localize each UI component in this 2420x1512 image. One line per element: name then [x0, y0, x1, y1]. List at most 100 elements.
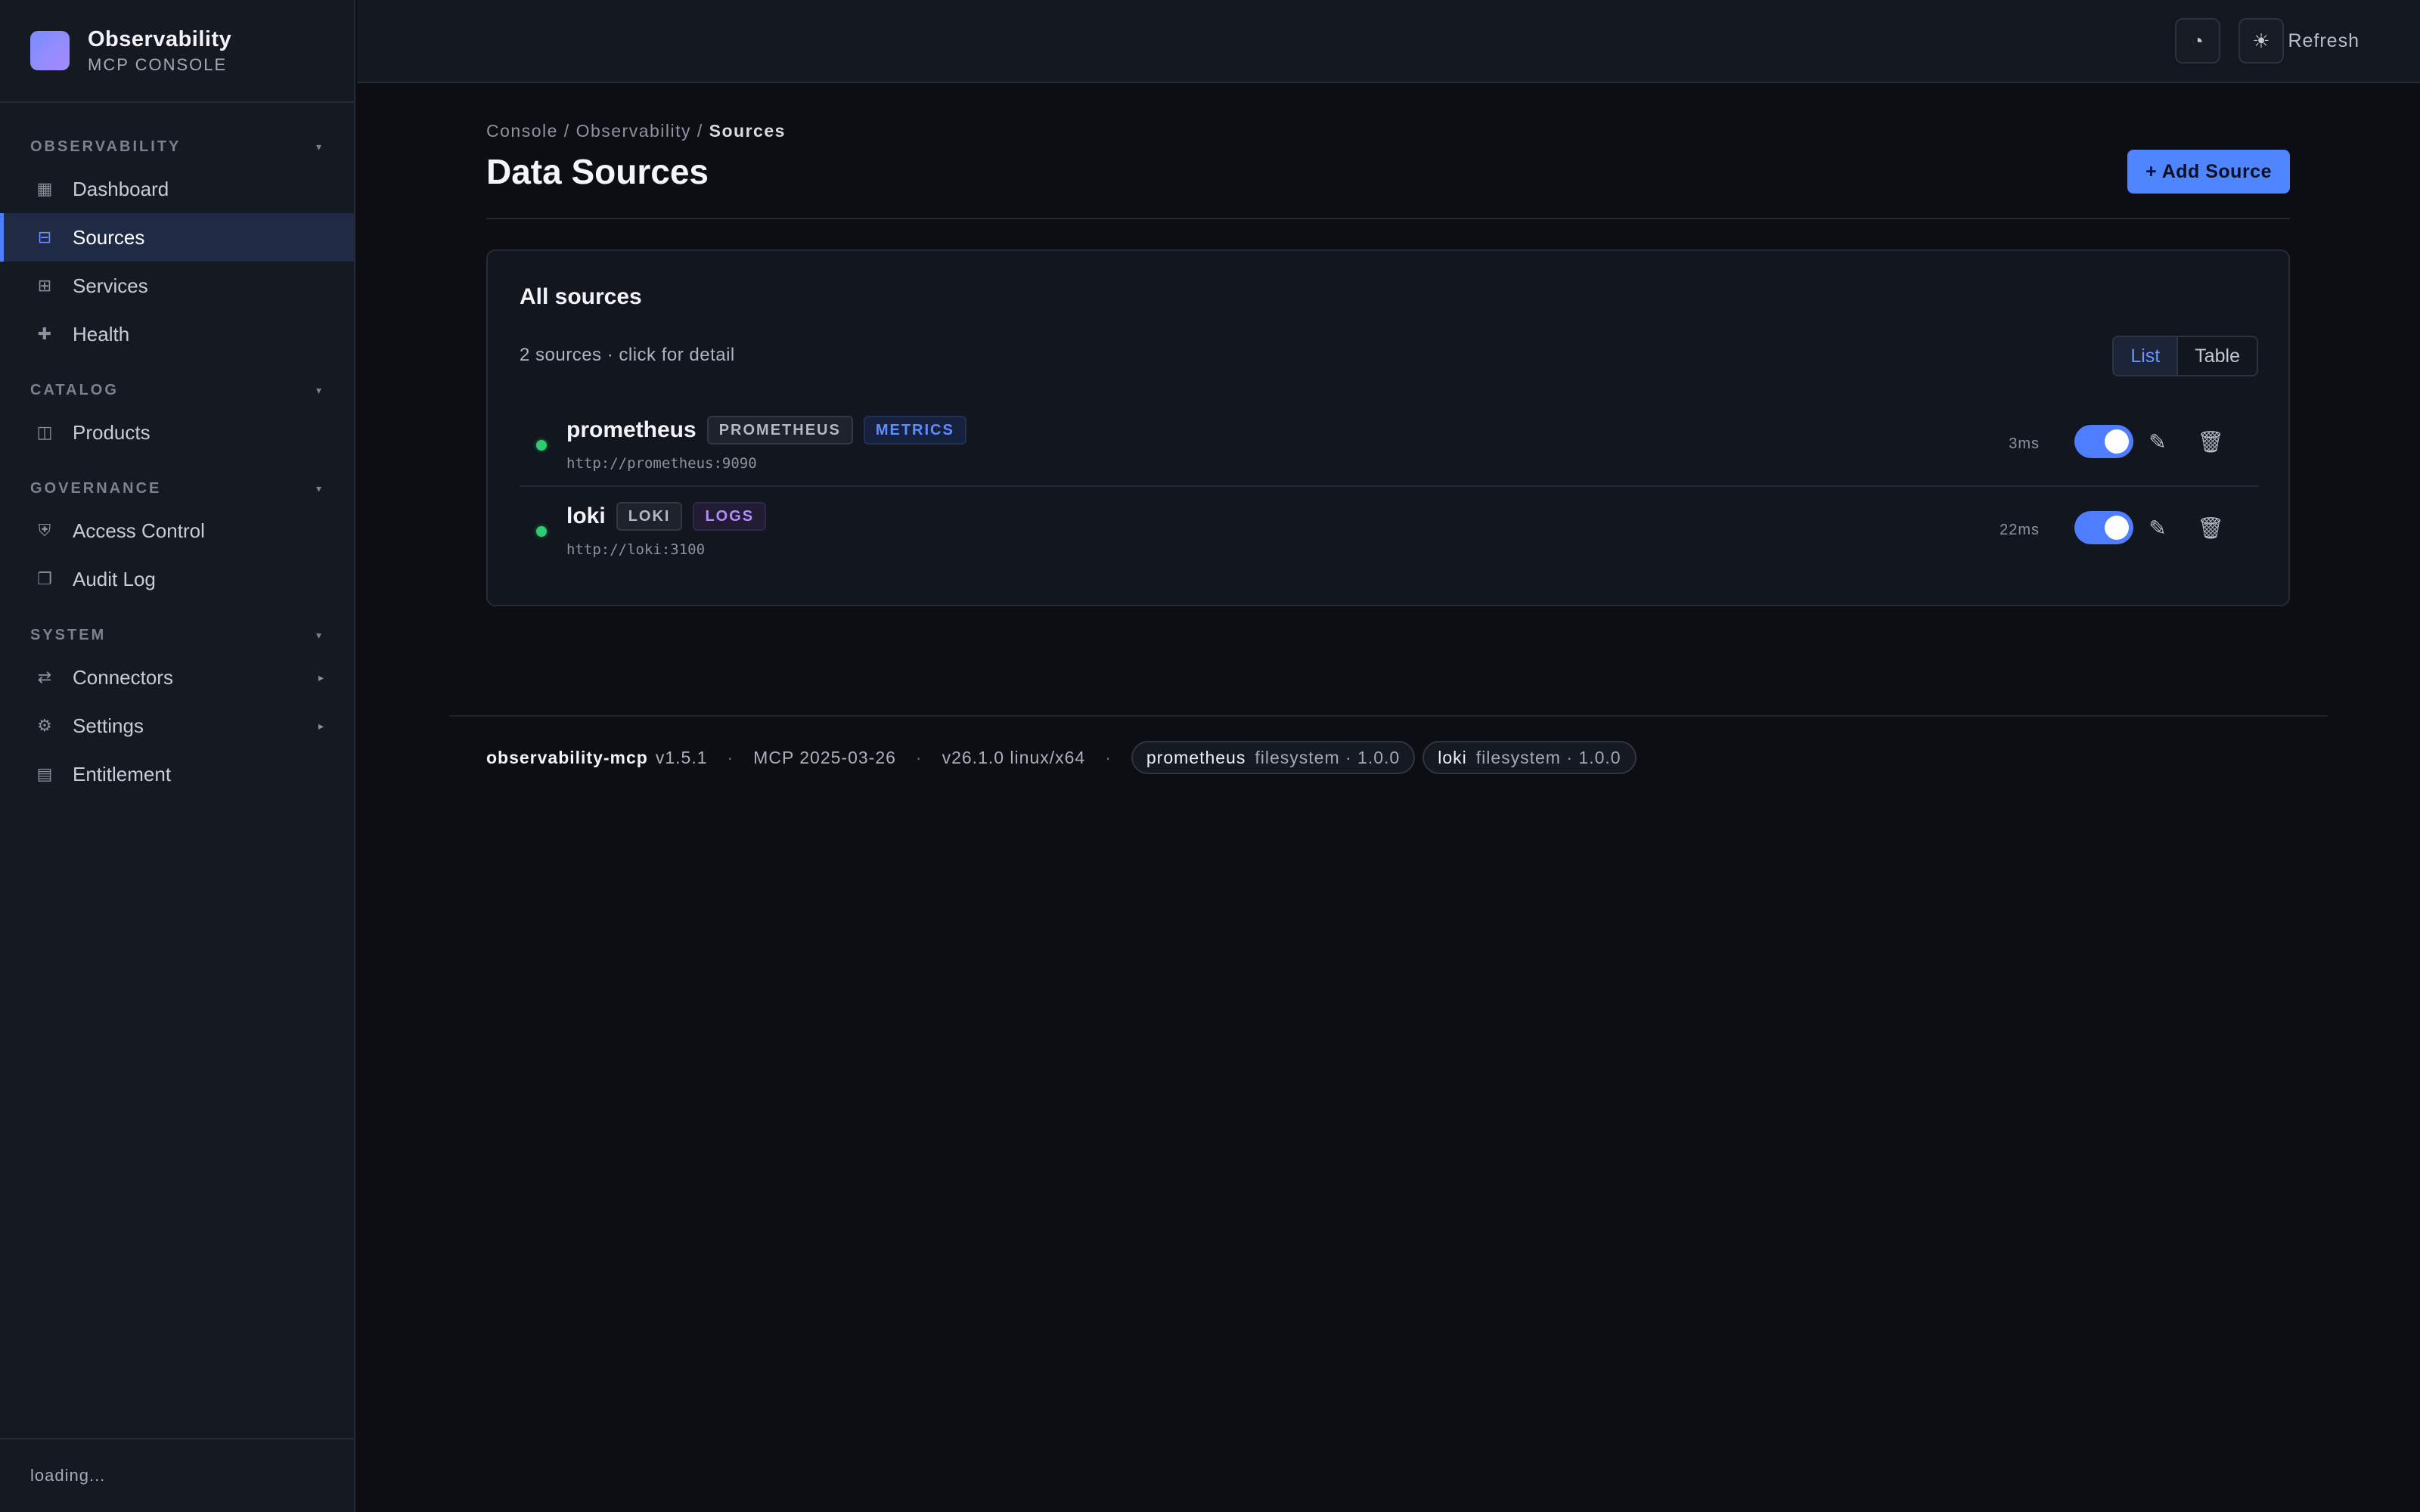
chevron-down-icon: ▾ — [315, 628, 324, 641]
chevron-down-icon: ▾ — [315, 140, 324, 153]
sidebar-item-label: Sources — [73, 225, 145, 249]
source-type-badge: LOKI — [616, 502, 683, 531]
card-title: All sources — [520, 284, 642, 309]
footer-mcp-version: MCP 2025-03-26 — [753, 747, 896, 767]
sidebar-footer-status: loading... — [0, 1438, 354, 1512]
sun-icon: ☀ — [2252, 29, 2270, 52]
card-subtitle: 2 sources · click for detail — [520, 345, 735, 365]
footer-source-pill: loki filesystem · 1.0.0 — [1423, 741, 1637, 774]
sidebar-item-dashboard[interactable]: ▦ Dashboard — [0, 165, 354, 213]
sidebar-item-label: Settings — [73, 714, 144, 737]
view-list-button[interactable]: List — [2114, 337, 2179, 375]
sidebar-item-label: Connectors — [73, 665, 173, 689]
view-table-button[interactable]: Table — [2178, 337, 2257, 375]
source-name: prometheus — [566, 417, 697, 442]
source-head: loki LOKI LOGS — [566, 502, 777, 531]
breadcrumb-separator: / — [557, 121, 576, 141]
plus-icon: ✚ — [37, 324, 52, 343]
refresh-button[interactable]: Refresh — [2280, 23, 2367, 59]
source-row[interactable]: loki LOKI LOGS http://loki:3100 22ms ✎ 🗑 — [520, 488, 2259, 573]
footer-app-version: v1.5.1 — [655, 747, 708, 767]
source-name: loki — [566, 503, 606, 528]
sidebar: Observability MCP CONSOLE OBSERVABILITY … — [0, 0, 355, 1512]
light-mode-button[interactable]: ☀ — [2238, 18, 2284, 64]
sources-card: All sources 2 sources · click for detail… — [486, 249, 2290, 606]
footer-separator: · — [727, 747, 734, 767]
sidebar-item-settings[interactable]: ⚙ Settings ▸ — [0, 702, 354, 750]
database-icon: ⊟ — [37, 228, 52, 246]
sidebar-item-health[interactable]: ✚ Health — [0, 310, 354, 358]
sidebar-item-entitlement[interactable]: ▤ Entitlement — [0, 750, 354, 798]
sidebar-nav: OBSERVABILITY ▾ ▦ Dashboard ⊟ Sources ⊞ … — [0, 103, 354, 798]
footer-separator: · — [915, 747, 923, 767]
sidebar-item-products[interactable]: ◫ Products — [0, 408, 354, 457]
source-kind-badge: METRICS — [863, 416, 966, 445]
source-latency: 3ms — [2009, 435, 2040, 452]
source-url: http://prometheus:9090 — [566, 455, 757, 472]
section-label: OBSERVABILITY — [30, 138, 182, 155]
sidebar-item-label: Dashboard — [73, 177, 169, 200]
sidebar-item-label: Services — [73, 274, 148, 297]
toggle-knob — [2105, 516, 2129, 540]
brand-text: Observability MCP CONSOLE — [88, 27, 231, 75]
shield-icon: ⛨ — [38, 521, 51, 540]
sidebar-item-label: Health — [73, 322, 130, 345]
pill-name: loki — [1438, 747, 1467, 767]
trash-icon[interactable]: 🗑 — [2195, 426, 2226, 457]
status-ok-icon — [536, 440, 547, 451]
plug-icon: ⇄ — [37, 668, 52, 686]
brand[interactable]: Observability MCP CONSOLE — [0, 0, 354, 103]
sidebar-item-audit-log[interactable]: ❐ Audit Log — [0, 555, 354, 603]
theme-contrast-button[interactable]: ◔ — [2175, 18, 2220, 64]
document-icon: ❐ — [37, 569, 52, 588]
services-icon: ⊞ — [37, 276, 52, 295]
brand-title: Observability — [88, 26, 232, 51]
page-title: Data Sources — [486, 152, 709, 191]
pill-name: prometheus — [1146, 747, 1246, 767]
sidebar-item-access-control[interactable]: ⛨ Access Control — [0, 507, 354, 555]
section-observability[interactable]: OBSERVABILITY ▾ — [0, 129, 354, 165]
sidebar-item-label: Entitlement — [73, 762, 172, 785]
source-enabled-toggle[interactable] — [2074, 425, 2133, 458]
pill-meta: filesystem · 1.0.0 — [1255, 747, 1401, 767]
footer-separator: · — [1105, 747, 1112, 767]
chevron-right-icon: ▸ — [318, 719, 324, 732]
chevron-down-icon: ▾ — [315, 482, 324, 494]
source-latency: 22ms — [2000, 522, 2040, 538]
brand-subtitle: MCP CONSOLE — [88, 54, 228, 74]
section-label: GOVERNANCE — [30, 479, 162, 497]
sidebar-item-label: Products — [73, 420, 150, 444]
source-enabled-toggle[interactable] — [2074, 511, 2133, 544]
source-row[interactable]: prometheus PROMETHEUS METRICS http://pro… — [520, 402, 2259, 487]
pencil-icon[interactable]: ✎ — [2142, 513, 2173, 543]
sidebar-item-connectors[interactable]: ⇄ Connectors ▸ — [0, 653, 354, 702]
sidebar-item-services[interactable]: ⊞ Services — [0, 262, 354, 310]
breadcrumb: Console / Observability / Sources — [486, 121, 786, 141]
section-system[interactable]: SYSTEM ▾ — [0, 617, 354, 653]
contrast-icon: ◔ — [2192, 29, 2204, 52]
pencil-icon[interactable]: ✎ — [2142, 426, 2173, 457]
add-source-button[interactable]: + Add Source — [2127, 150, 2290, 194]
breadcrumb-console[interactable]: Console — [486, 121, 558, 141]
trash-icon[interactable]: 🗑 — [2195, 513, 2226, 543]
title-divider — [486, 218, 2290, 219]
book-icon: ◫ — [36, 423, 53, 442]
gear-icon: ⚙ — [37, 716, 52, 735]
breadcrumb-separator: / — [691, 121, 709, 141]
section-label: SYSTEM — [30, 626, 107, 643]
breadcrumb-observability[interactable]: Observability — [576, 121, 691, 141]
section-governance[interactable]: GOVERNANCE ▾ — [0, 470, 354, 507]
toggle-knob — [2105, 429, 2129, 454]
footer-divider — [449, 715, 2328, 717]
sidebar-item-sources[interactable]: ⊟ Sources — [0, 213, 354, 262]
sidebar-item-label: Audit Log — [73, 567, 156, 590]
topbar: ◔ ☀ Refresh — [357, 0, 2420, 83]
footer-app-name: observability-mcp — [486, 747, 648, 767]
footer-runtime: v26.1.0 linux/x64 — [942, 747, 1086, 767]
section-label: CATALOG — [30, 381, 119, 398]
breadcrumb-current: Sources — [709, 121, 786, 141]
chevron-down-icon: ▾ — [315, 383, 324, 396]
section-catalog[interactable]: CATALOG ▾ — [0, 372, 354, 408]
license-icon: ▤ — [36, 764, 53, 783]
status-ok-icon — [536, 526, 547, 537]
